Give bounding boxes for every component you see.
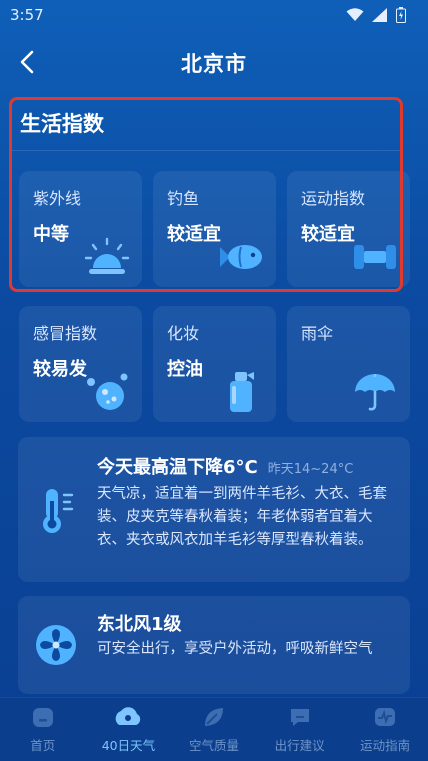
bottom-nav: 首页 40日天气 空气质量 出行建议 运动指南 — [0, 697, 428, 761]
chat-icon — [290, 709, 309, 726]
nav-label: 40日天气 — [101, 738, 156, 753]
header: 北京市 — [0, 36, 428, 90]
fan-icon — [36, 625, 76, 665]
nav-label: 空气质量 — [188, 738, 239, 753]
temperature-headline: 今天最高温下降6°C — [97, 457, 258, 478]
nav-label: 出行建议 — [274, 738, 325, 753]
home-icon — [32, 708, 53, 727]
pulse-icon — [375, 708, 396, 726]
umbrella-icon — [355, 374, 395, 411]
thermometer-icon — [43, 489, 74, 533]
dumbbell-icon — [354, 245, 396, 269]
index-card-makeup[interactable]: 化妆 控油 — [153, 306, 276, 422]
fish-icon — [220, 245, 262, 269]
temperature-headline-row: 今天最高温下降6°C 昨天14~24°C — [97, 453, 353, 479]
index-name: 运动指数 — [301, 189, 366, 208]
nav-item-sport[interactable]: 运动指南 — [345, 705, 425, 754]
sun-icon — [84, 237, 130, 274]
nav-item-air[interactable]: 空气质量 — [174, 705, 254, 754]
temperature-tip-card[interactable]: 今天最高温下降6°C 昨天14~24°C 天气凉，适宜着一到两件羊毛衫、大衣、毛… — [18, 437, 410, 582]
index-name: 雨伞 — [301, 324, 334, 343]
wind-headline-row: 东北风1级 — [97, 610, 182, 636]
signal-icon — [372, 8, 387, 22]
weather-icon — [116, 707, 141, 725]
nav-item-40day[interactable]: 40日天气 — [88, 705, 168, 754]
index-card-uv[interactable]: 紫外线 中等 — [19, 171, 142, 287]
leaf-icon — [204, 708, 223, 726]
temperature-range: 昨天14~24°C — [267, 462, 354, 477]
temperature-advice: 天气凉，适宜着一到两件羊毛衫、大衣、毛套装、皮夹克等春秋着装；年老体弱者宜着大衣… — [97, 486, 387, 548]
spray-bottle-icon — [230, 372, 254, 412]
wind-tip-card[interactable]: 东北风1级 可安全出行，享受户外活动，呼吸新鲜空气 — [18, 596, 410, 694]
nav-label: 运动指南 — [360, 738, 411, 753]
nav-item-travel[interactable]: 出行建议 — [260, 705, 340, 754]
status-icons — [346, 7, 406, 23]
index-name: 紫外线 — [33, 189, 82, 208]
wind-headline: 东北风1级 — [97, 614, 182, 635]
section-title: 生活指数 — [20, 112, 104, 136]
wind-advice: 可安全出行，享受户外活动，呼吸新鲜空气 — [97, 641, 373, 657]
index-name: 化妆 — [167, 324, 200, 343]
page-title: 北京市 — [181, 52, 247, 76]
section-divider — [12, 150, 400, 151]
status-bar: 3:57 — [0, 0, 428, 30]
virus-icon — [87, 373, 128, 410]
index-card-sport[interactable]: 运动指数 较适宜 — [287, 171, 410, 287]
back-arrow-icon[interactable] — [14, 48, 42, 76]
status-time: 3:57 — [10, 6, 44, 24]
index-card-fishing[interactable]: 钓鱼 较适宜 — [153, 171, 276, 287]
index-name: 感冒指数 — [33, 324, 98, 343]
index-card-cold[interactable]: 感冒指数 较易发 — [19, 306, 142, 422]
nav-item-home[interactable]: 首页 — [3, 705, 83, 754]
nav-label: 首页 — [30, 738, 56, 753]
index-card-umbrella[interactable]: 雨伞 — [287, 306, 410, 422]
index-name: 钓鱼 — [167, 189, 200, 208]
wifi-icon — [346, 8, 364, 21]
battery-icon — [396, 7, 406, 23]
